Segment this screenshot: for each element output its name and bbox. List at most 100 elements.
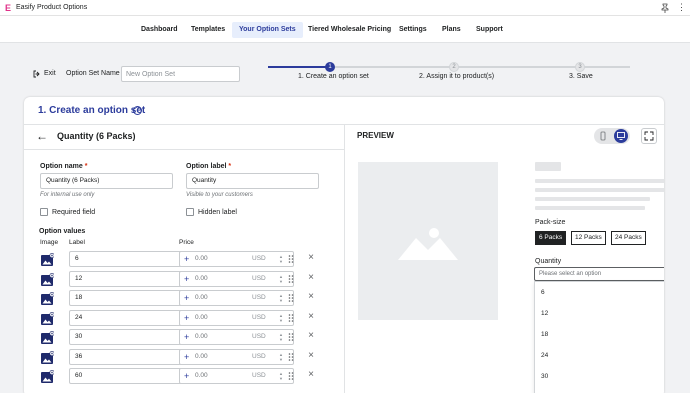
desktop-view-button[interactable] xyxy=(614,129,628,143)
price-stepper[interactable]: ▲ ▼ xyxy=(278,313,284,323)
price-stepper[interactable]: ▲ ▼ xyxy=(278,274,284,284)
text-skeleton-3 xyxy=(535,197,650,201)
progress-fill xyxy=(268,66,330,68)
app-title: Easify Product Options xyxy=(16,4,88,11)
value-price-input[interactable]: +0.00 USD ▲ ▼ xyxy=(179,368,294,384)
pack-option-6[interactable]: 6 Packs xyxy=(535,231,567,245)
image-upload-icon[interactable] xyxy=(40,311,54,326)
back-arrow-icon[interactable]: ← xyxy=(36,129,50,143)
image-placeholder-icon xyxy=(398,228,458,260)
delete-value-icon[interactable]: × xyxy=(306,331,316,341)
quantity-select[interactable]: Please select an option xyxy=(534,267,664,281)
pack-option-12[interactable]: 12 Packs xyxy=(571,231,606,245)
value-price-input[interactable]: +0.00 USD ▲ ▼ xyxy=(179,309,294,326)
price-stepper[interactable]: ▲ ▼ xyxy=(278,332,284,342)
drag-handle-icon[interactable] xyxy=(287,332,295,342)
hidden-label-checkbox[interactable] xyxy=(186,208,194,216)
dropdown-option[interactable]: 18 xyxy=(535,324,664,345)
image-upload-icon[interactable] xyxy=(40,272,54,287)
value-label-input[interactable]: 60 xyxy=(69,368,197,384)
plus-icon: + xyxy=(184,332,190,342)
value-price-input[interactable]: +0.00 USD ▲ ▼ xyxy=(179,251,294,267)
delete-value-icon[interactable]: × xyxy=(306,253,316,263)
currency-label: USD xyxy=(252,372,266,379)
dropdown-option[interactable]: 30 xyxy=(535,366,664,387)
value-label-input[interactable]: 30 xyxy=(69,329,197,345)
quantity-label: Quantity xyxy=(535,258,562,265)
price-stepper[interactable]: ▲ ▼ xyxy=(278,352,284,362)
image-upload-icon[interactable] xyxy=(40,292,54,306)
image-upload-icon[interactable] xyxy=(40,331,54,345)
value-price-input[interactable]: +0.00 USD ▲ ▼ xyxy=(179,348,294,365)
image-upload-icon[interactable] xyxy=(40,350,54,365)
dropdown-option[interactable]: 24 xyxy=(535,345,664,366)
price-stepper[interactable]: ▲ ▼ xyxy=(278,371,284,381)
currency-label: USD xyxy=(252,333,266,340)
delete-value-icon[interactable]: × xyxy=(306,292,316,302)
hidden-label-label: Hidden label xyxy=(198,209,237,216)
fullscreen-button[interactable] xyxy=(641,128,657,144)
drag-handle-icon[interactable] xyxy=(287,371,295,381)
plus-icon: + xyxy=(184,254,190,264)
drag-handle-icon[interactable] xyxy=(287,352,295,362)
dropdown-option[interactable]: 12 xyxy=(535,303,664,324)
option-name-input[interactable]: Quantity (6 Packs) xyxy=(40,173,173,189)
drag-handle-icon[interactable] xyxy=(287,293,295,303)
text-skeleton-4 xyxy=(535,206,645,210)
value-label-input[interactable]: 36 xyxy=(69,348,197,365)
tab-templates[interactable]: Templates xyxy=(184,22,232,38)
option-name-help: For internal use only xyxy=(40,192,95,198)
value-label-input[interactable]: 6 xyxy=(69,251,197,267)
delete-value-icon[interactable]: × xyxy=(306,370,316,380)
text-skeleton-1 xyxy=(535,179,664,183)
value-label-input[interactable]: 18 xyxy=(69,290,197,306)
plus-icon: + xyxy=(184,351,190,362)
tab-plans[interactable]: Plans xyxy=(435,22,468,38)
pin-icon[interactable] xyxy=(661,3,669,13)
value-label-input[interactable]: 12 xyxy=(69,270,197,287)
drag-handle-icon[interactable] xyxy=(287,254,295,264)
expand-icon xyxy=(644,131,654,141)
option-label-input[interactable]: Quantity xyxy=(186,173,319,189)
preview-title: PREVIEW xyxy=(357,131,394,140)
tab-dashboard[interactable]: Dashboard xyxy=(134,22,185,38)
delete-value-icon[interactable]: × xyxy=(306,272,316,283)
product-image-placeholder xyxy=(358,162,498,320)
image-upload-icon[interactable] xyxy=(40,370,54,384)
delete-value-icon[interactable]: × xyxy=(306,350,316,361)
mobile-icon[interactable] xyxy=(598,131,608,141)
option-value-row: 18 +0.00 USD ▲ ▼ × xyxy=(24,290,344,308)
text-skeleton-2 xyxy=(535,188,664,192)
tab-tiered-wholesale-pricing[interactable]: Tiered Wholesale Pricing xyxy=(301,22,398,38)
option-values-heading: Option values xyxy=(39,228,86,235)
price-value: 0.00 xyxy=(195,294,208,301)
dropdown-option[interactable]: 6 xyxy=(535,282,664,303)
delete-value-icon[interactable]: × xyxy=(306,311,316,322)
price-value: 0.00 xyxy=(195,255,208,262)
price-value: 0.00 xyxy=(195,372,208,379)
tab-settings[interactable]: Settings xyxy=(392,22,434,38)
value-price-input[interactable]: +0.00 USD ▲ ▼ xyxy=(179,329,294,345)
card-title: 1. Create an option set xyxy=(38,105,146,116)
required-field-checkbox[interactable] xyxy=(40,208,48,216)
image-upload-icon[interactable] xyxy=(40,253,54,267)
value-price-input[interactable]: +0.00 USD ▲ ▼ xyxy=(179,290,294,306)
tab-support[interactable]: Support xyxy=(469,22,510,38)
tab-your-option-sets[interactable]: Your Option Sets xyxy=(232,22,303,38)
value-price-input[interactable]: +0.00 USD ▲ ▼ xyxy=(179,270,294,287)
drag-handle-icon[interactable] xyxy=(287,313,295,323)
top-navigation: Dashboard Templates Your Option Sets Tie… xyxy=(0,16,690,43)
drag-handle-icon[interactable] xyxy=(287,274,295,284)
price-stepper[interactable]: ▲ ▼ xyxy=(278,254,284,264)
price-value: 0.00 xyxy=(195,352,208,360)
help-icon[interactable]: ? xyxy=(133,106,142,115)
more-vertical-icon[interactable]: ⋮ xyxy=(677,3,686,13)
value-label-input[interactable]: 24 xyxy=(69,309,197,326)
exit-button[interactable]: Exit xyxy=(33,68,56,80)
option-heading: Quantity (6 Packs) xyxy=(57,131,136,141)
price-stepper[interactable]: ▲ ▼ xyxy=(278,293,284,303)
pack-option-24[interactable]: 24 Packs xyxy=(611,231,646,245)
option-set-name-input[interactable] xyxy=(121,66,240,82)
currency-label: USD xyxy=(252,313,266,321)
step-2-circle: 2 xyxy=(449,62,459,72)
